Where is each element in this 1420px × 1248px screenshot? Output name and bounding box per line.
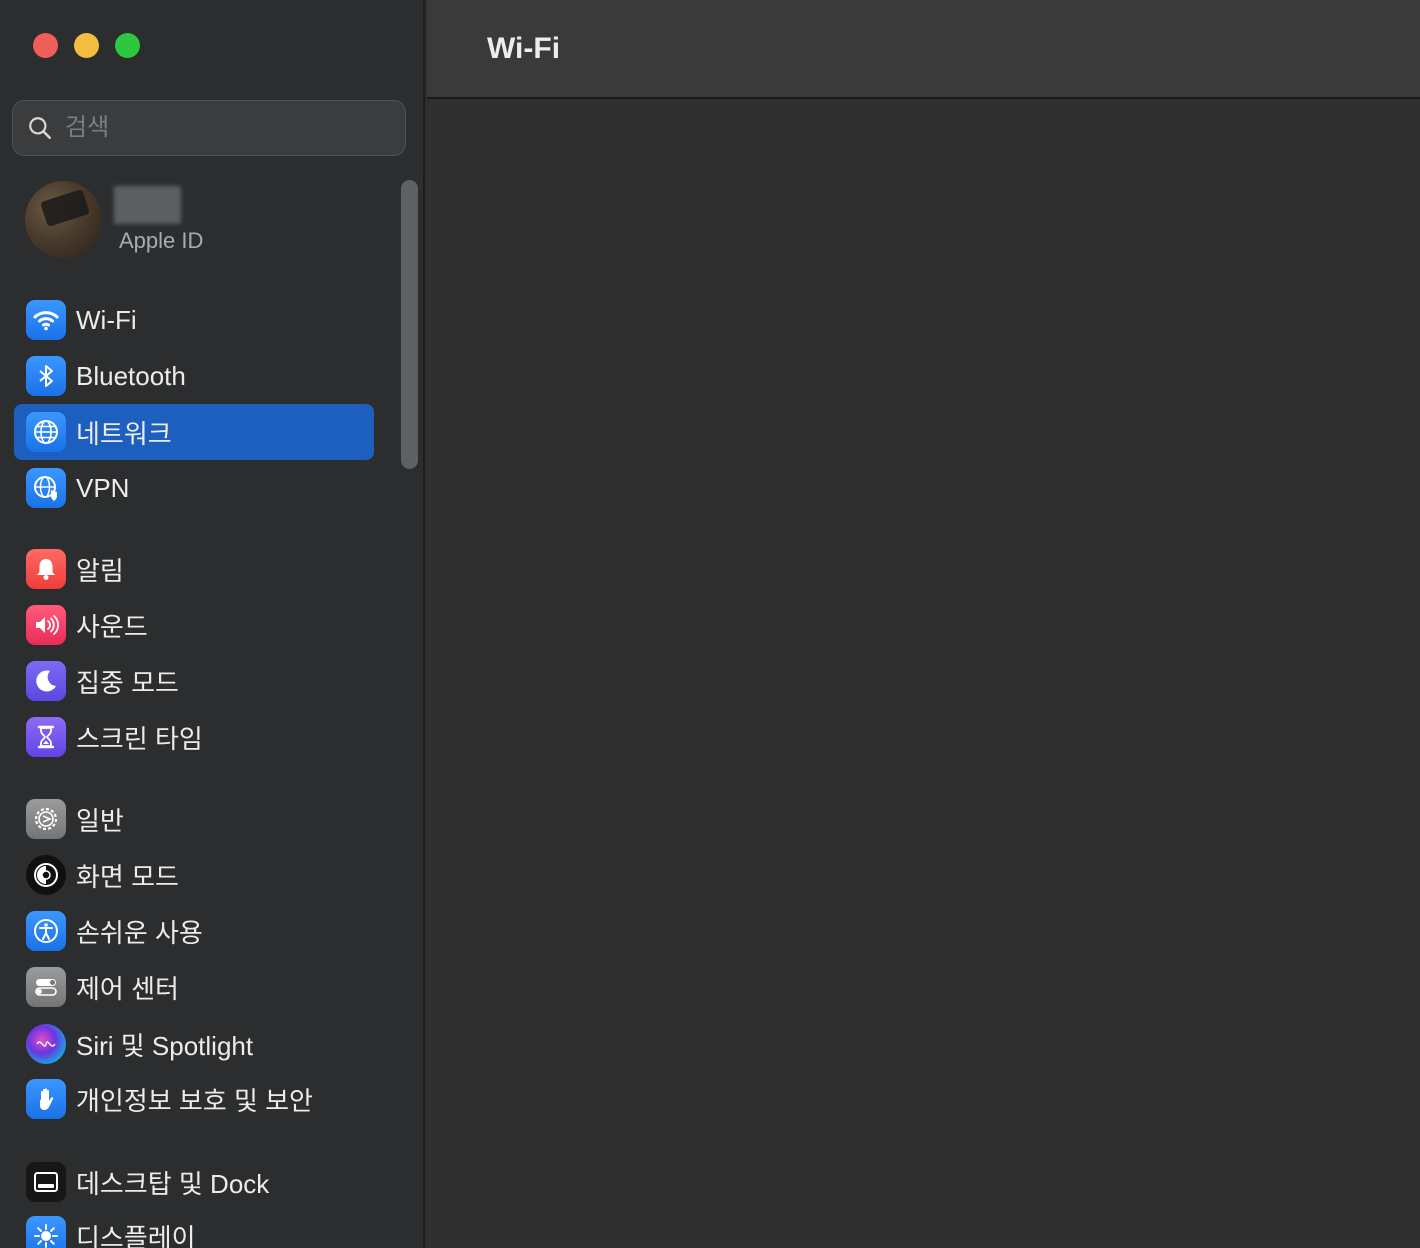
minimize-button[interactable] bbox=[74, 33, 99, 58]
sidebar-item-label: 디스플레이 bbox=[76, 1222, 196, 1248]
page-title: Wi-Fi bbox=[487, 31, 561, 65]
sidebar-item-screen-time[interactable]: 스크린 타임 bbox=[14, 709, 374, 765]
close-button[interactable] bbox=[33, 33, 58, 58]
sidebar-item-label: Wi-Fi bbox=[76, 304, 137, 335]
sidebar-item-desktop-dock[interactable]: 데스크탑 및 Dock bbox=[14, 1154, 374, 1210]
speaker-icon bbox=[36, 615, 59, 635]
apple-id-label: Apple ID bbox=[119, 228, 204, 253]
hand-icon bbox=[40, 1088, 54, 1110]
sidebar-item-label: Siri 및 Spotlight bbox=[76, 1030, 254, 1061]
sidebar-item-label: 집중 모드 bbox=[76, 667, 179, 698]
sidebar-item-label: 알림 bbox=[76, 555, 124, 586]
sidebar-item-siri-spotlight[interactable]: Siri 및 Spotlight bbox=[14, 1016, 374, 1072]
bluetooth-icon bbox=[39, 365, 53, 387]
sidebar-item-displays[interactable]: 디스플레이 bbox=[14, 1208, 374, 1248]
sidebar-item-accessibility[interactable]: 손쉬운 사용 bbox=[14, 903, 374, 959]
apple-id-profile[interactable]: Apple ID bbox=[25, 181, 203, 258]
vpn-globe-icon bbox=[34, 476, 57, 501]
moon-icon bbox=[36, 670, 56, 692]
content-titlebar: Wi-Fi bbox=[427, 0, 1420, 99]
hourglass-icon bbox=[37, 725, 55, 749]
sidebar-item-network[interactable]: 네트워크 bbox=[14, 404, 374, 460]
sidebar-item-label: VPN bbox=[76, 472, 130, 503]
sidebar-item-focus[interactable]: 집중 모드 bbox=[14, 653, 374, 709]
content-pane: Wi-Fi bbox=[427, 0, 1420, 1248]
sun-icon bbox=[34, 1224, 58, 1248]
sidebar-item-label: 제어 센터 bbox=[76, 973, 179, 1004]
wifi-icon bbox=[33, 311, 59, 331]
search-input[interactable] bbox=[65, 114, 385, 142]
traffic-lights bbox=[33, 33, 140, 58]
maximize-button[interactable] bbox=[115, 33, 140, 58]
dock-icon bbox=[34, 1172, 58, 1192]
sidebar-item-bluetooth[interactable]: Bluetooth bbox=[14, 348, 374, 404]
sidebar-item-vpn[interactable]: VPN bbox=[14, 460, 374, 516]
appearance-icon bbox=[34, 863, 58, 887]
sidebar-item-label: 네트워크 bbox=[76, 418, 172, 449]
sidebar-item-general[interactable]: 일반 bbox=[14, 791, 374, 847]
sidebar-item-wifi[interactable]: Wi-Fi bbox=[14, 292, 374, 348]
accessibility-icon bbox=[34, 919, 58, 943]
sidebar-scrollbar[interactable] bbox=[401, 180, 418, 469]
sidebar-item-label: 손쉬운 사용 bbox=[76, 917, 203, 948]
gear-icon bbox=[34, 807, 58, 831]
sidebar-item-label: 데스크탑 및 Dock bbox=[76, 1168, 270, 1199]
search-field[interactable] bbox=[12, 100, 406, 156]
avatar bbox=[25, 181, 102, 258]
toggles-icon bbox=[35, 979, 57, 996]
sidebar-item-label: 일반 bbox=[76, 805, 124, 836]
sidebar-item-label: 사운드 bbox=[76, 611, 148, 642]
sidebar-item-label: 화면 모드 bbox=[76, 861, 179, 892]
globe-icon bbox=[34, 420, 58, 444]
sidebar-item-notifications[interactable]: 알림 bbox=[14, 541, 374, 597]
sidebar-item-label: Bluetooth bbox=[76, 360, 186, 391]
siri-icon bbox=[36, 1041, 56, 1047]
sidebar-item-appearance[interactable]: 화면 모드 bbox=[14, 847, 374, 903]
bell-icon bbox=[37, 559, 55, 580]
sidebar-item-privacy-security[interactable]: 개인정보 보호 및 보안 bbox=[14, 1071, 374, 1127]
account-name-redacted bbox=[114, 186, 181, 224]
sidebar: Apple ID Wi-Fi Bluetooth bbox=[0, 0, 425, 1248]
sidebar-item-label: 개인정보 보호 및 보안 bbox=[76, 1085, 313, 1116]
search-icon bbox=[29, 117, 51, 139]
sidebar-item-control-center[interactable]: 제어 센터 bbox=[14, 959, 374, 1015]
settings-window: Apple ID Wi-Fi Bluetooth bbox=[0, 0, 1420, 1248]
sidebar-item-sound[interactable]: 사운드 bbox=[14, 597, 374, 653]
sidebar-item-label: 스크린 타임 bbox=[76, 723, 203, 754]
